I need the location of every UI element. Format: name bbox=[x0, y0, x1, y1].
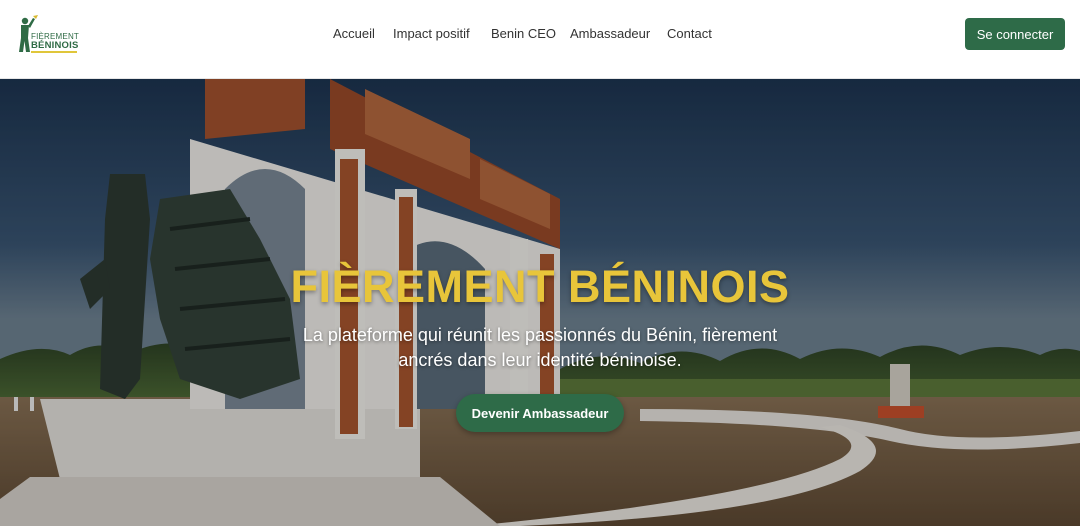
logo-text-bottom: BÉNINOIS bbox=[31, 40, 79, 51]
brand-logo[interactable]: FIÈREMENT BÉNINOIS bbox=[16, 14, 80, 56]
hero-title: FIÈREMENT BÉNINOIS bbox=[290, 261, 790, 312]
nav-link-impact-positif[interactable]: Impact positif bbox=[393, 26, 470, 42]
logo-underline bbox=[31, 51, 77, 53]
nav-link-benin-ceo[interactable]: Benin CEO bbox=[491, 26, 556, 42]
top-navbar: FIÈREMENT BÉNINOIS Accueil Impact positi… bbox=[0, 0, 1080, 79]
hero-subtitle: La plateforme qui réunit les passionnés … bbox=[302, 325, 778, 370]
nav-link-accueil[interactable]: Accueil bbox=[333, 26, 375, 42]
hero-section: FIÈREMENT BÉNINOIS La plateforme qui réu… bbox=[0, 79, 1080, 526]
login-button[interactable]: Se connecter bbox=[965, 18, 1065, 50]
nav-link-ambassadeur[interactable]: Ambassadeur bbox=[570, 26, 650, 42]
nav-link-contact[interactable]: Contact bbox=[667, 26, 712, 42]
become-ambassador-button[interactable]: Devenir Ambassadeur bbox=[456, 394, 624, 432]
